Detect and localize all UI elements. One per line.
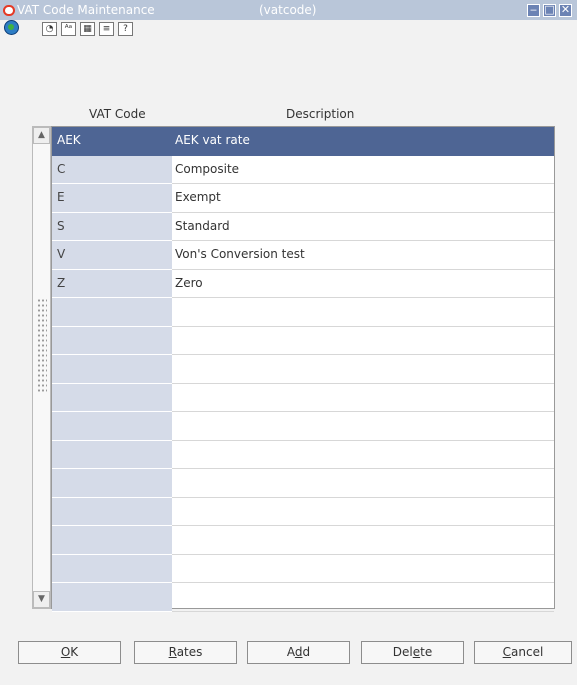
empty-table-row[interactable] <box>52 383 554 412</box>
table-row[interactable]: AEK AEK vat rate <box>52 127 554 156</box>
empty-table-row[interactable] <box>52 469 554 498</box>
column-header-description: Description <box>286 107 355 121</box>
vat-code-cell[interactable]: V <box>52 241 172 270</box>
rates-button[interactable]: Rates <box>134 641 237 664</box>
close-button[interactable]: ✕ <box>559 3 572 17</box>
vat-code-cell[interactable]: Z <box>52 269 172 298</box>
description-cell[interactable] <box>172 327 554 355</box>
window-subtitle: (vatcode) <box>259 3 317 17</box>
vat-code-cell[interactable] <box>52 412 172 441</box>
vat-code-table: AEK AEK vat rate C Composite E Exempt S … <box>51 126 555 612</box>
empty-table-row[interactable] <box>52 412 554 441</box>
vat-code-cell[interactable] <box>52 497 172 526</box>
scroll-up-button[interactable]: ▲ <box>33 127 50 144</box>
scroll-down-button[interactable]: ▼ <box>33 591 50 608</box>
empty-table-row[interactable] <box>52 497 554 526</box>
empty-table-row[interactable] <box>52 554 554 583</box>
table-row[interactable]: V Von's Conversion test <box>52 241 554 270</box>
vat-code-cell[interactable] <box>52 355 172 384</box>
window-title: VAT Code Maintenance <box>17 3 155 17</box>
description-cell[interactable] <box>172 583 554 612</box>
description-cell[interactable] <box>172 298 554 327</box>
empty-table-row[interactable] <box>52 355 554 384</box>
vat-code-cell[interactable]: C <box>52 155 172 184</box>
empty-table-row[interactable] <box>52 440 554 469</box>
vat-code-cell[interactable]: E <box>52 184 172 213</box>
oracle-logo-icon <box>3 5 15 16</box>
ok-button[interactable]: OK <box>18 641 121 664</box>
vat-code-cell[interactable] <box>52 554 172 583</box>
vat-code-cell[interactable] <box>52 383 172 412</box>
help-icon[interactable]: ? <box>118 22 133 36</box>
font-icon[interactable]: ᴬᵃ <box>61 22 76 36</box>
column-header-vat-code: VAT Code <box>89 107 146 121</box>
description-cell[interactable]: Zero <box>172 270 554 298</box>
description-cell[interactable] <box>172 355 554 384</box>
description-cell[interactable] <box>172 384 554 412</box>
calendar-icon[interactable]: ▦ <box>80 22 95 36</box>
description-cell[interactable]: Standard <box>172 213 554 241</box>
vat-code-cell[interactable]: S <box>52 212 172 241</box>
minimize-button[interactable]: ‒ <box>527 3 540 17</box>
description-cell[interactable] <box>172 441 554 469</box>
description-cell[interactable] <box>172 526 554 555</box>
description-cell[interactable] <box>172 412 554 441</box>
description-cell[interactable]: Composite <box>172 156 554 184</box>
delete-button[interactable]: Delete <box>361 641 464 664</box>
description-cell[interactable]: Exempt <box>172 184 554 213</box>
maximize-button[interactable]: □ <box>543 3 556 17</box>
table-row[interactable]: C Composite <box>52 155 554 184</box>
vat-code-cell[interactable] <box>52 469 172 498</box>
empty-table-row[interactable] <box>52 326 554 355</box>
notes-icon[interactable]: ≡ <box>99 22 114 36</box>
description-cell[interactable]: Von's Conversion test <box>172 241 554 270</box>
empty-table-row[interactable] <box>52 526 554 555</box>
description-cell[interactable] <box>172 555 554 583</box>
description-cell[interactable] <box>172 469 554 498</box>
vat-code-cell[interactable] <box>52 440 172 469</box>
globe-icon[interactable] <box>4 20 19 35</box>
cancel-button[interactable]: Cancel <box>474 641 572 664</box>
vat-code-cell[interactable]: AEK <box>52 127 172 156</box>
empty-table-row[interactable] <box>52 583 554 612</box>
description-cell[interactable] <box>172 498 554 526</box>
scroll-grip-icon[interactable] <box>37 298 47 394</box>
table-row[interactable]: Z Zero <box>52 269 554 298</box>
vat-code-cell[interactable] <box>52 298 172 327</box>
add-button[interactable]: Add <box>247 641 350 664</box>
empty-table-row[interactable] <box>52 298 554 327</box>
vat-code-cell[interactable] <box>52 326 172 355</box>
description-cell[interactable]: AEK vat rate <box>172 127 554 156</box>
vat-code-cell[interactable] <box>52 526 172 555</box>
table-row[interactable]: S Standard <box>52 212 554 241</box>
vat-code-cell[interactable] <box>52 583 172 612</box>
clock-icon[interactable]: ◔ <box>42 22 57 36</box>
table-row[interactable]: E Exempt <box>52 184 554 213</box>
